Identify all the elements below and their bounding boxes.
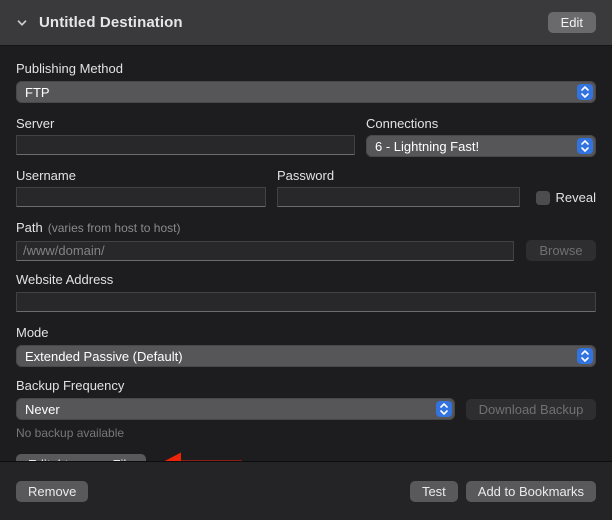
- server-input[interactable]: [16, 135, 355, 155]
- backup-frequency-select[interactable]: Never: [16, 398, 455, 420]
- backup-status-text: No backup available: [16, 426, 596, 440]
- mode-value: Extended Passive (Default): [25, 349, 183, 364]
- popup-stepper-icon: [436, 401, 452, 417]
- download-backup-button[interactable]: Download Backup: [466, 399, 596, 420]
- destination-panel: Untitled Destination Edit Publishing Met…: [0, 0, 612, 520]
- disclosure-chevron-down-icon[interactable]: [16, 17, 28, 29]
- header-bar: Untitled Destination Edit: [0, 0, 612, 46]
- backup-row: Never Download Backup: [16, 398, 596, 420]
- edit-button[interactable]: Edit: [548, 12, 596, 33]
- connections-select[interactable]: 6 - Lightning Fast!: [366, 135, 596, 157]
- footer-bar: Remove Test Add to Bookmarks: [0, 461, 612, 520]
- backup-frequency-group: Backup Frequency Never Download Backup N…: [16, 378, 596, 440]
- connections-value: 6 - Lightning Fast!: [375, 139, 479, 154]
- test-button[interactable]: Test: [410, 481, 458, 502]
- website-address-label: Website Address: [16, 272, 596, 288]
- mode-select[interactable]: Extended Passive (Default): [16, 345, 596, 367]
- reveal-label: Reveal: [556, 190, 596, 205]
- username-input[interactable]: [16, 187, 266, 207]
- server-connections-row: Server Connections 6 - Lightning Fast!: [16, 116, 596, 157]
- edit-htaccess-button[interactable]: Edit .htaccess File: [16, 454, 146, 462]
- htaccess-row: Edit .htaccess File: [16, 450, 596, 461]
- mode-label: Mode: [16, 325, 596, 341]
- path-group: Path (varies from host to host) Browse: [16, 220, 596, 261]
- path-label-row: Path (varies from host to host): [16, 220, 596, 236]
- path-label: Path: [16, 220, 43, 236]
- reveal-checkbox-group[interactable]: Reveal: [536, 190, 596, 205]
- credentials-row: Username Password Reveal: [16, 168, 596, 207]
- password-label: Password: [277, 168, 520, 184]
- website-address-input[interactable]: [16, 292, 596, 312]
- popup-stepper-icon: [577, 348, 593, 364]
- password-input[interactable]: [277, 187, 520, 207]
- server-label: Server: [16, 116, 355, 132]
- destination-title: Untitled Destination: [39, 14, 183, 31]
- path-field-row: Browse: [16, 240, 596, 261]
- add-to-bookmarks-button[interactable]: Add to Bookmarks: [466, 481, 596, 502]
- footer-right-buttons: Test Add to Bookmarks: [410, 481, 596, 502]
- browse-button[interactable]: Browse: [526, 240, 596, 261]
- website-address-group: Website Address: [16, 272, 596, 312]
- popup-stepper-icon: [577, 84, 593, 100]
- red-arrow-annotation-icon: [159, 450, 243, 461]
- backup-frequency-label: Backup Frequency: [16, 378, 596, 394]
- connections-label: Connections: [366, 116, 596, 132]
- publishing-method-value: FTP: [25, 85, 50, 100]
- form-content: Publishing Method FTP Server Connections: [0, 46, 612, 461]
- remove-button[interactable]: Remove: [16, 481, 88, 502]
- backup-frequency-value: Never: [25, 402, 60, 417]
- connections-group: Connections 6 - Lightning Fast!: [366, 116, 596, 157]
- path-hint: (varies from host to host): [48, 221, 181, 235]
- publishing-method-select[interactable]: FTP: [16, 81, 596, 103]
- username-label: Username: [16, 168, 266, 184]
- username-group: Username: [16, 168, 266, 207]
- publishing-method-label: Publishing Method: [16, 61, 596, 77]
- path-input[interactable]: [16, 241, 514, 261]
- popup-stepper-icon: [577, 138, 593, 154]
- reveal-checkbox[interactable]: [536, 191, 550, 205]
- publishing-method-group: Publishing Method FTP: [16, 61, 596, 103]
- password-group: Password: [277, 168, 520, 207]
- mode-group: Mode Extended Passive (Default): [16, 325, 596, 367]
- server-group: Server: [16, 116, 355, 157]
